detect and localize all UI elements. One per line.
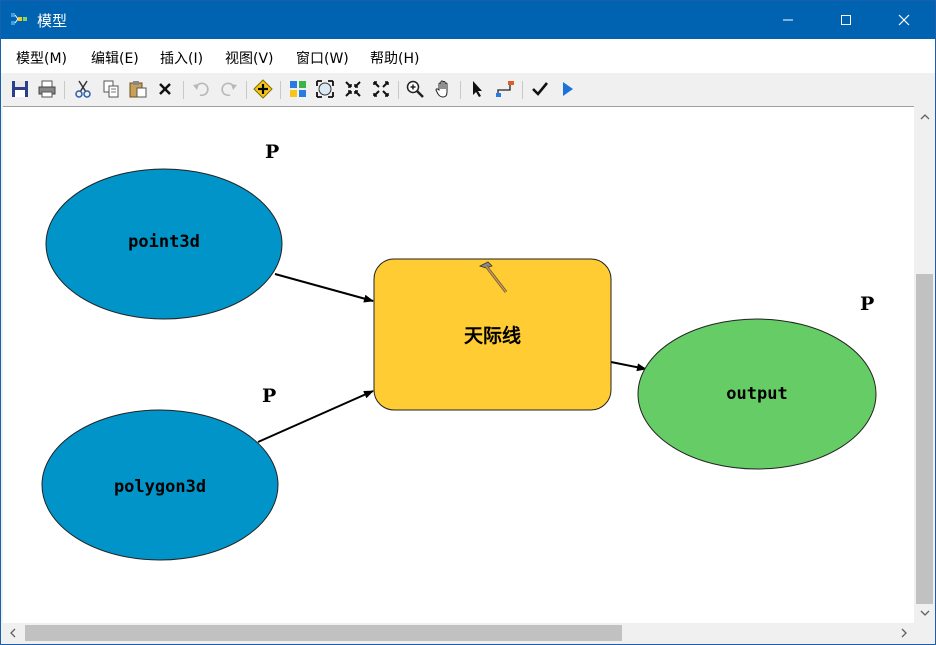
menu-bar: 模型(M) 编辑(E) 插入(I) 视图(V) 窗口(W) 帮助(H) bbox=[1, 39, 935, 73]
minimize-icon bbox=[783, 19, 793, 21]
fixed-zoom-out-icon[interactable] bbox=[371, 79, 391, 99]
add-data-icon[interactable] bbox=[253, 79, 273, 99]
scrollbar-corner bbox=[914, 623, 935, 643]
input-label-point3d: point3d bbox=[128, 232, 200, 252]
toolbar-separator bbox=[246, 81, 247, 99]
toolbar-separator bbox=[398, 81, 399, 99]
scroll-down-button[interactable] bbox=[914, 603, 935, 623]
scroll-left-button[interactable] bbox=[3, 623, 23, 643]
close-icon bbox=[898, 14, 910, 26]
title-bar[interactable]: 模型 bbox=[1, 1, 935, 39]
scroll-up-button[interactable] bbox=[914, 107, 935, 127]
toolbar-separator bbox=[280, 81, 281, 99]
maximize-icon bbox=[841, 15, 851, 25]
fixed-zoom-in-icon[interactable] bbox=[343, 79, 363, 99]
close-button[interactable] bbox=[881, 1, 927, 39]
connector-tool-to-output[interactable] bbox=[610, 361, 647, 372]
connector-point3d-to-tool[interactable] bbox=[274, 273, 374, 303]
parameter-marker[interactable]: P bbox=[265, 141, 279, 163]
redo-icon[interactable] bbox=[219, 79, 239, 99]
horizontal-scrollbar[interactable] bbox=[3, 623, 914, 643]
vertical-scrollbar[interactable] bbox=[914, 107, 935, 623]
toolbar-separator bbox=[183, 81, 184, 99]
menu-insert[interactable]: 插入(I) bbox=[160, 48, 203, 68]
save-icon[interactable] bbox=[10, 79, 30, 99]
toolbar bbox=[1, 73, 581, 105]
validate-icon[interactable] bbox=[530, 79, 550, 99]
toolbar-separator bbox=[460, 81, 461, 99]
vertical-scroll-thumb[interactable] bbox=[916, 274, 933, 604]
parameter-marker[interactable]: P bbox=[262, 385, 276, 407]
pan-icon[interactable] bbox=[433, 79, 453, 99]
minimize-button[interactable] bbox=[765, 1, 811, 39]
chevron-down-icon bbox=[920, 610, 929, 616]
run-icon[interactable] bbox=[557, 79, 577, 99]
horizontal-scroll-thumb[interactable] bbox=[25, 625, 622, 641]
output-label: output bbox=[726, 384, 788, 404]
parameter-marker[interactable]: P bbox=[860, 293, 874, 315]
scroll-right-button[interactable] bbox=[893, 623, 914, 643]
input-label-polygon3d: polygon3d bbox=[113, 477, 207, 497]
undo-icon[interactable] bbox=[191, 79, 211, 99]
cut-icon[interactable] bbox=[73, 79, 93, 99]
toolbar-separator bbox=[64, 81, 65, 99]
tool-label-skyline: 天际线 bbox=[463, 325, 521, 347]
window-title: 模型 bbox=[37, 12, 68, 30]
paste-icon[interactable] bbox=[128, 79, 148, 99]
auto-layout-icon[interactable] bbox=[288, 79, 308, 99]
full-extent-icon[interactable] bbox=[315, 79, 335, 99]
model-canvas[interactable]: point3d polygon3d 天际线 output P P P bbox=[3, 106, 914, 624]
copy-icon[interactable] bbox=[101, 79, 121, 99]
menu-view[interactable]: 视图(V) bbox=[225, 48, 274, 68]
print-icon[interactable] bbox=[37, 79, 57, 99]
toolbar-separator bbox=[522, 81, 523, 99]
menu-window[interactable]: 窗口(W) bbox=[296, 48, 349, 68]
model-diagram bbox=[41, 168, 877, 561]
zoom-in-icon[interactable] bbox=[405, 79, 425, 99]
chevron-right-icon bbox=[901, 628, 907, 638]
model-builder-window: 模型 模型(M) 编辑(E) 插入(I) 视图(V) 窗口(W) 帮助(H) p… bbox=[0, 0, 936, 645]
maximize-button[interactable] bbox=[823, 1, 869, 39]
menu-help[interactable]: 帮助(H) bbox=[370, 48, 419, 68]
chevron-left-icon bbox=[10, 628, 16, 638]
model-app-icon bbox=[11, 13, 27, 25]
connect-icon[interactable] bbox=[495, 79, 515, 99]
select-icon[interactable] bbox=[468, 79, 488, 99]
menu-edit[interactable]: 编辑(E) bbox=[91, 48, 139, 68]
menu-model[interactable]: 模型(M) bbox=[16, 48, 67, 68]
delete-icon[interactable] bbox=[155, 79, 175, 99]
chevron-up-icon bbox=[920, 114, 929, 120]
